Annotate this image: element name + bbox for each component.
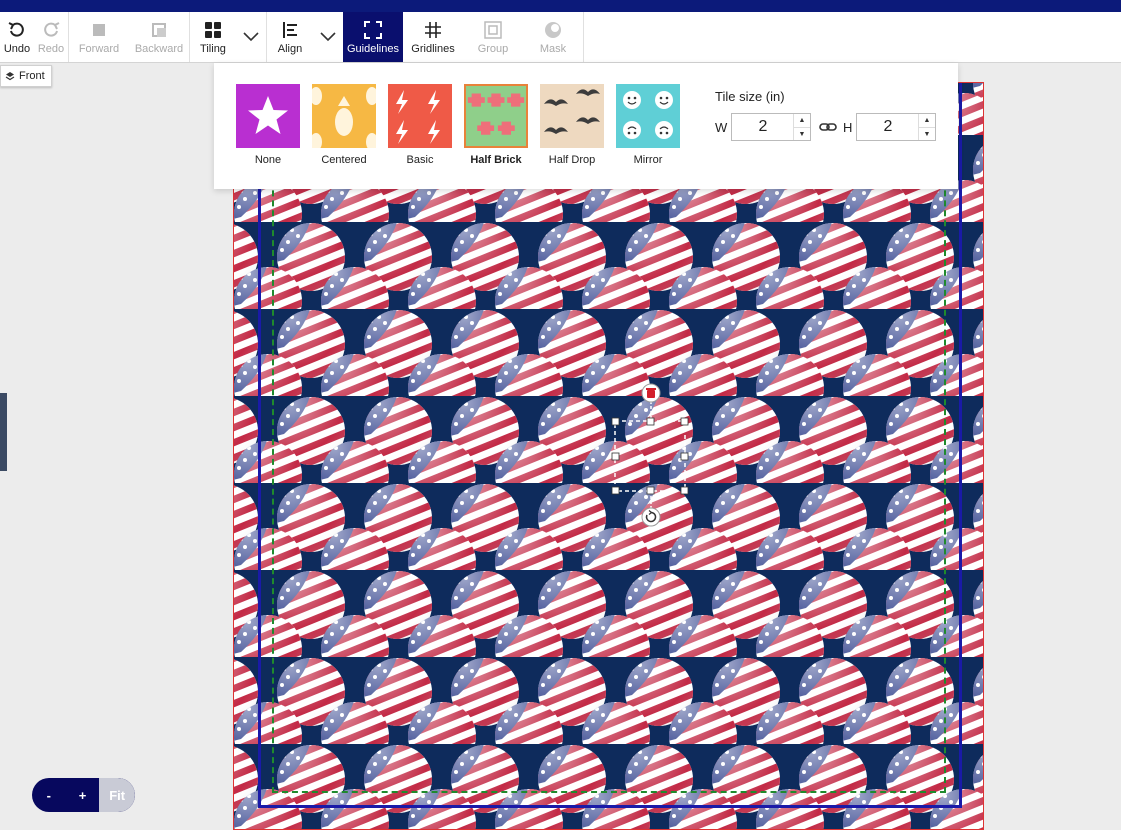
mask-icon (545, 21, 561, 38)
puzzle-icon (464, 84, 528, 148)
tiling-option-label: Half Brick (470, 154, 522, 166)
tiling-option-none[interactable]: None (235, 84, 301, 166)
tiling-button[interactable]: Tiling (190, 12, 236, 62)
chevron-down-icon (243, 32, 259, 42)
zoom-control: - + Fit (32, 778, 135, 812)
align-label: Align (277, 42, 303, 55)
tiling-option-label: Half Drop (548, 154, 596, 166)
forward-label: Forward (78, 42, 120, 55)
group-button[interactable]: Group (463, 12, 523, 62)
backward-label: Backward (134, 42, 184, 55)
increment-height-button[interactable]: ▲ (919, 114, 935, 128)
mask-button[interactable]: Mask (523, 12, 583, 62)
tiling-option-basic[interactable]: Basic (387, 84, 453, 166)
zoom-fit-button[interactable]: Fit (99, 778, 135, 812)
gridlines-label: Gridlines (411, 42, 455, 55)
redo-button[interactable]: Redo (34, 12, 68, 62)
height-label: H (843, 120, 853, 135)
gridlines-button[interactable]: Gridlines (403, 12, 463, 62)
bring-forward-icon (93, 23, 105, 36)
group-icon (484, 20, 502, 39)
lightning-icon (388, 84, 452, 148)
tile-height-input[interactable] (857, 114, 919, 140)
height-stepper-arrows: ▲ ▼ (918, 114, 935, 140)
redo-label: Redo (37, 42, 65, 55)
zoom-out-button[interactable]: - (32, 778, 66, 812)
undo-button[interactable]: Undo (0, 12, 34, 62)
delete-icon[interactable] (641, 383, 661, 403)
toolbar-divider (583, 12, 584, 62)
align-button[interactable]: Align (267, 12, 313, 62)
tiling-dropdown-toggle[interactable] (236, 12, 266, 62)
tiling-option-label: Centered (321, 154, 367, 166)
backward-button[interactable]: Backward (129, 12, 189, 62)
pineapple-icon (312, 84, 376, 148)
layers-icon (5, 72, 15, 81)
tiling-option-label: Mirror (633, 154, 663, 166)
send-backward-icon (152, 22, 166, 37)
width-stepper-arrows: ▲ ▼ (793, 114, 810, 140)
tiling-option-centered[interactable]: Centered (311, 84, 377, 166)
tiling-panel: None Centered Basic Half Brick Half Drop… (214, 63, 958, 189)
tile-width-stepper[interactable]: ▲ ▼ (731, 113, 811, 141)
tiling-option-label: None (254, 154, 282, 166)
tiling-option-half-brick[interactable]: Half Brick (463, 84, 529, 166)
collapse-panel-handle[interactable] (0, 393, 7, 471)
decrement-height-button[interactable]: ▼ (919, 128, 935, 141)
tiling-option-label: Basic (406, 154, 434, 166)
grid-icon (425, 21, 441, 38)
chevron-down-icon (320, 32, 336, 42)
guidelines-label: Guidelines (347, 42, 399, 55)
design-canvas[interactable] (233, 82, 984, 830)
align-dropdown-toggle[interactable] (313, 12, 343, 62)
tile-size-label: Tile size (in) (715, 89, 785, 104)
side-label: Front (19, 70, 45, 82)
decrement-width-button[interactable]: ▼ (794, 128, 810, 141)
tiling-option-mirror[interactable]: Mirror (615, 84, 681, 166)
side-selector[interactable]: Front (0, 65, 52, 87)
top-accent-bar (0, 0, 1121, 12)
tiling-option-half-drop[interactable]: Half Drop (539, 84, 605, 166)
width-label: W (715, 120, 728, 135)
mask-label: Mask (539, 42, 567, 55)
redo-icon (44, 21, 60, 37)
toolbar: Undo Redo Forward Backward Tiling Align … (0, 12, 1121, 63)
forward-button[interactable]: Forward (69, 12, 129, 62)
tiling-label: Tiling (200, 42, 226, 55)
mustache-icon (540, 84, 604, 148)
guidelines-icon (364, 20, 382, 39)
selection-box[interactable] (607, 381, 697, 531)
group-label: Group (477, 42, 509, 55)
increment-width-button[interactable]: ▲ (794, 114, 810, 128)
smiley-icon (616, 84, 680, 148)
tile-height-stepper[interactable]: ▲ ▼ (856, 113, 936, 141)
guidelines-button[interactable]: Guidelines (343, 12, 403, 62)
link-dimensions-icon[interactable] (819, 121, 837, 133)
undo-icon (8, 21, 24, 37)
star-icon (236, 84, 300, 148)
undo-label: Undo (3, 42, 31, 55)
tiling-icon (205, 21, 221, 38)
rotate-icon[interactable] (641, 507, 661, 527)
align-left-icon (283, 21, 297, 38)
zoom-in-button[interactable]: + (66, 778, 100, 812)
tile-width-input[interactable] (732, 114, 794, 140)
